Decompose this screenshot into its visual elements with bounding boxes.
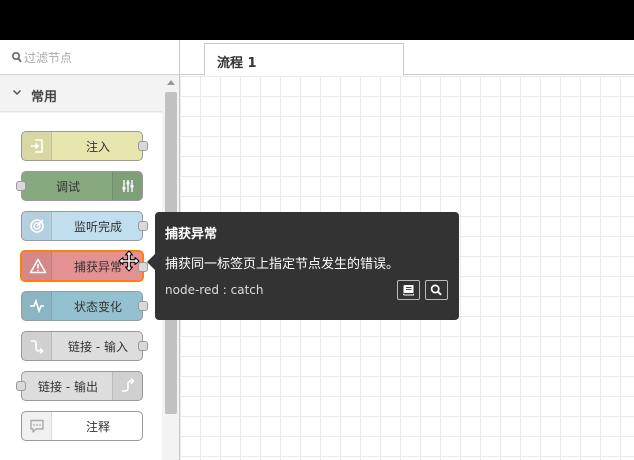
palette-filter [0, 40, 179, 75]
search-icon [430, 284, 442, 296]
tab-label: 流程 1 [217, 56, 257, 71]
book-icon [403, 285, 414, 296]
node-info-tooltip: 捕获异常 捕获同一标签页上指定节点发生的错误。 node-red : catch [147, 212, 459, 320]
search-node-button[interactable] [425, 280, 448, 300]
comment-icon [30, 419, 44, 433]
palette-node-comment[interactable]: 注释 [21, 411, 143, 441]
search-icon [12, 52, 22, 63]
move-cursor-icon [118, 250, 140, 272]
palette-node-complete[interactable]: 监听完成 [21, 211, 148, 241]
node-label: 链接 - 输出 [38, 380, 98, 394]
category-label: 常用 [31, 90, 58, 105]
output-port [138, 301, 148, 311]
complete-icon [30, 219, 44, 233]
tab-flow-1[interactable]: 流程 1 [204, 43, 404, 76]
filter-nodes-input[interactable] [24, 48, 172, 68]
node-label: 监听完成 [73, 220, 122, 234]
status-icon [30, 298, 44, 314]
output-port [138, 221, 148, 231]
palette-node-inject[interactable]: 注入 [21, 131, 148, 161]
output-port [138, 341, 148, 351]
node-label: 注释 [85, 420, 110, 434]
output-port [138, 141, 148, 151]
top-header-bar [0, 0, 634, 40]
tooltip-title: 捕获异常 [165, 227, 218, 242]
node-label: 链接 - 输入 [68, 340, 128, 354]
scroll-up-arrow-icon[interactable] [167, 80, 175, 85]
tooltip-node-type: node-red : catch [165, 283, 264, 297]
node-label: 状态变化 [73, 300, 122, 314]
catch-icon [29, 258, 47, 274]
tooltip-description: 捕获同一标签页上指定节点发生的错误。 [165, 257, 400, 272]
category-body [0, 113, 162, 460]
node-label: 调试 [55, 180, 80, 194]
debug-icon [122, 180, 134, 192]
palette-node-status[interactable]: 状态变化 [21, 291, 148, 321]
inject-icon [31, 139, 43, 153]
workspace-tab-bar: 流程 1 [180, 40, 634, 76]
category-header-common[interactable]: 常用 [0, 76, 162, 112]
link-in-icon [31, 340, 44, 354]
chevron-down-icon [12, 89, 22, 96]
node-label: 注入 [85, 140, 110, 154]
palette-node-link-in[interactable]: 链接 - 输入 [21, 331, 148, 361]
node-palette: 常用 注入 调试 [0, 40, 180, 460]
link-out-icon [122, 378, 135, 392]
tooltip-arrow [147, 254, 155, 270]
palette-node-link-out[interactable]: 链接 - 输出 [16, 371, 143, 401]
show-help-button[interactable] [397, 280, 420, 300]
palette-node-debug[interactable]: 调试 [16, 171, 143, 201]
